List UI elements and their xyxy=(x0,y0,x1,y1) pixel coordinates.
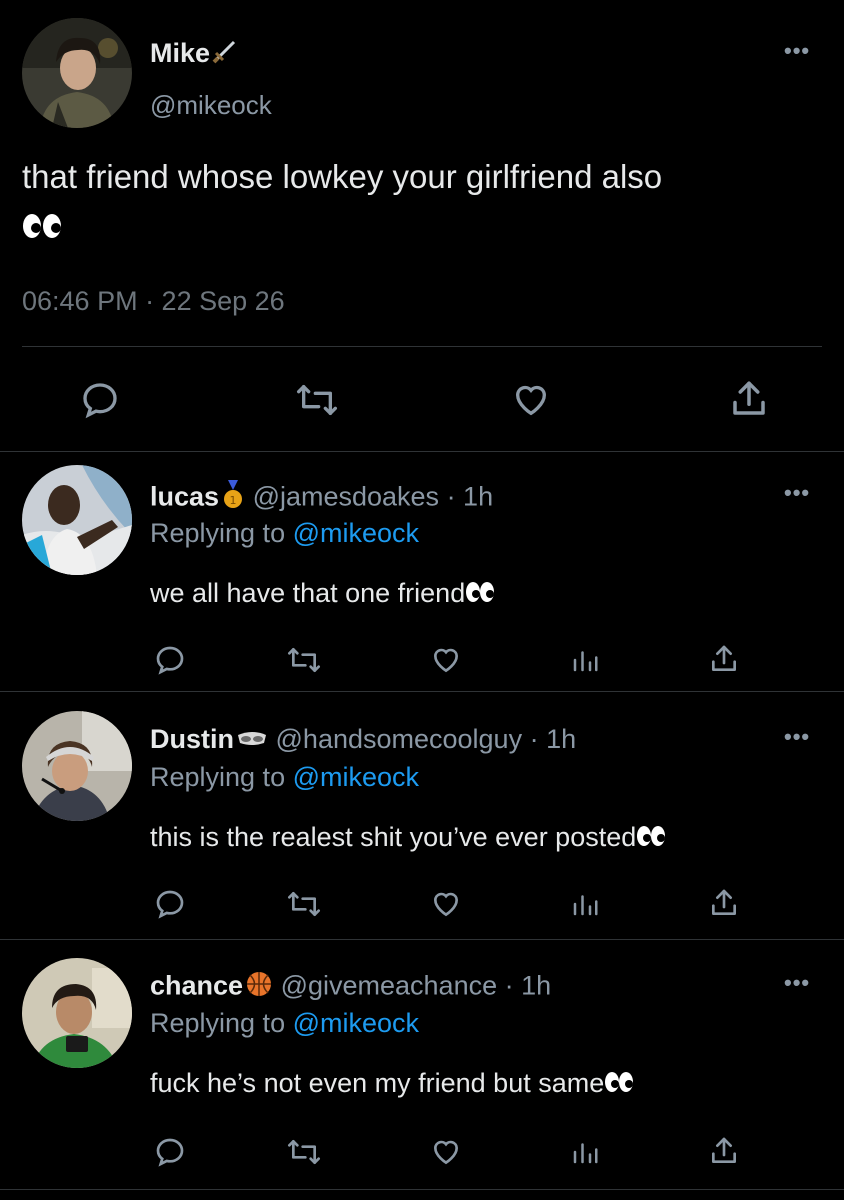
reply-icon xyxy=(83,383,117,419)
user-handle[interactable]: @givemeachance xyxy=(281,971,498,1001)
reply-header: lucas 1 @jamesdoakes · 1h xyxy=(150,480,493,517)
gold-medal-emoji: 1 xyxy=(221,480,245,517)
eyes-emoji xyxy=(604,1069,634,1100)
reply-time: · 1h xyxy=(497,970,552,1001)
retweet-button[interactable] xyxy=(292,378,342,422)
eyes-emoji xyxy=(636,823,666,854)
reply-button[interactable] xyxy=(152,886,188,922)
analytics-button[interactable] xyxy=(568,886,602,922)
reply-text: we all have that one friend xyxy=(150,578,495,610)
more-options-icon[interactable]: ••• xyxy=(784,480,810,506)
mention-link[interactable]: @mikeock xyxy=(293,1008,419,1038)
like-button[interactable] xyxy=(428,642,464,678)
dagger-icon xyxy=(212,38,238,71)
reply-tweet: chance @givemeachance · 1h ••• Replying … xyxy=(0,940,844,1190)
like-button[interactable] xyxy=(508,378,554,422)
reply-tweet: lucas 1 @jamesdoakes · 1h ••• Replying to… xyxy=(0,452,844,692)
like-icon xyxy=(515,385,547,416)
avatar[interactable] xyxy=(22,711,132,821)
retweet-button[interactable] xyxy=(284,642,324,678)
eyes-emoji xyxy=(465,579,495,610)
replying-to: Replying to @mikeock xyxy=(150,762,420,792)
divider xyxy=(0,1189,844,1190)
reply-button[interactable] xyxy=(152,1134,188,1170)
like-icon xyxy=(433,648,459,673)
reply-header: chance @givemeachance · 1h xyxy=(150,970,551,1005)
share-icon xyxy=(712,645,736,671)
reply-icon xyxy=(156,646,184,675)
reply-icon xyxy=(156,1138,184,1167)
share-icon xyxy=(733,381,765,415)
analytics-icon xyxy=(573,1143,598,1164)
share-icon xyxy=(712,889,736,915)
replying-to: Replying to @mikeock xyxy=(150,518,420,548)
user-name[interactable]: Dustin xyxy=(150,724,234,754)
like-button[interactable] xyxy=(428,886,464,922)
retweet-icon xyxy=(288,1140,320,1164)
reply-button[interactable] xyxy=(78,378,122,422)
basketball-emoji xyxy=(245,970,273,1005)
retweet-button[interactable] xyxy=(284,886,324,922)
user-handle[interactable]: @jamesdoakes xyxy=(253,482,440,512)
share-icon xyxy=(712,1137,736,1163)
user-name[interactable]: chance xyxy=(150,971,243,1001)
like-button[interactable] xyxy=(428,1134,464,1170)
analytics-icon xyxy=(573,651,598,672)
more-options-icon[interactable]: ••• xyxy=(784,970,810,996)
eyes-emoji xyxy=(22,204,62,254)
goggles-emoji xyxy=(236,725,268,756)
like-icon xyxy=(433,892,459,917)
replying-to: Replying to @mikeock xyxy=(150,1008,420,1038)
reply-button[interactable] xyxy=(152,642,188,678)
share-button[interactable] xyxy=(706,1132,742,1170)
user-handle[interactable]: @mikeock xyxy=(150,90,272,121)
reply-text: fuck he’s not even my friend but same xyxy=(150,1068,634,1100)
analytics-icon xyxy=(573,895,598,916)
main-tweet: Mike @mikeock ••• that friend whose lowk… xyxy=(0,0,844,452)
reply-icon xyxy=(156,890,184,919)
reply-tweet: Dustin @handsomecoolguy · 1h ••• Replyin… xyxy=(0,692,844,940)
user-name[interactable]: lucas xyxy=(150,482,219,512)
reply-header: Dustin @handsomecoolguy · 1h xyxy=(150,724,576,756)
user-name[interactable]: Mike xyxy=(150,38,238,71)
share-button[interactable] xyxy=(726,376,772,422)
mention-link[interactable]: @mikeock xyxy=(293,762,419,792)
avatar[interactable] xyxy=(22,465,132,575)
share-button[interactable] xyxy=(706,640,742,678)
reply-time: · 1h xyxy=(522,724,577,754)
user-handle[interactable]: @handsomecoolguy xyxy=(276,724,523,754)
reply-text: this is the realest shit you’ve ever pos… xyxy=(150,822,666,854)
reply-time: · 1h xyxy=(439,481,494,512)
analytics-button[interactable] xyxy=(568,1134,602,1170)
divider xyxy=(22,346,822,347)
more-options-icon[interactable]: ••• xyxy=(784,38,810,64)
retweet-button[interactable] xyxy=(284,1134,324,1170)
svg-text:1: 1 xyxy=(230,494,237,507)
mention-link[interactable]: @mikeock xyxy=(293,518,419,548)
like-icon xyxy=(433,1140,459,1165)
share-button[interactable] xyxy=(706,884,742,922)
more-options-icon[interactable]: ••• xyxy=(784,724,810,750)
retweet-icon xyxy=(288,892,320,916)
tweet-text: that friend whose lowkey your girlfriend… xyxy=(22,152,832,254)
avatar[interactable] xyxy=(22,18,132,128)
avatar[interactable] xyxy=(22,958,132,1068)
retweet-icon xyxy=(296,385,337,415)
analytics-button[interactable] xyxy=(568,642,602,678)
retweet-icon xyxy=(288,648,320,672)
tweet-timestamp: 06:46 PM · 22 Sep 26 xyxy=(22,286,285,316)
